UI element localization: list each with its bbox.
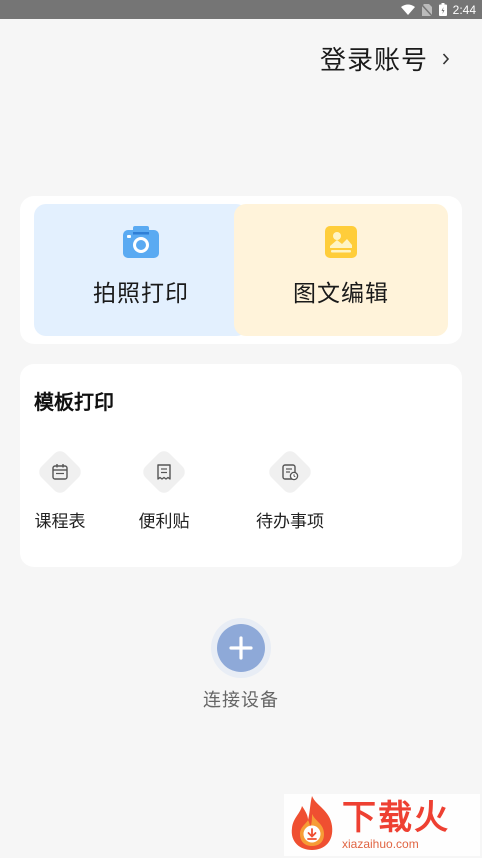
battery-icon — [438, 3, 447, 16]
connect-device-icon-ring — [211, 618, 271, 678]
photo-print-button[interactable]: 拍照打印 — [34, 204, 248, 336]
wifi-icon — [400, 4, 415, 15]
image-text-edit-button[interactable]: 图文编辑 — [234, 204, 448, 336]
connect-device-label: 连接设备 — [203, 690, 279, 711]
watermark: 下载火 xiazaihuo.com — [284, 794, 480, 856]
image-text-edit-label: 图文编辑 — [293, 281, 389, 307]
todo-list-icon — [266, 448, 314, 496]
template-sticky-note[interactable]: 便利贴 — [136, 448, 192, 532]
watermark-url: xiazaihuo.com — [342, 837, 419, 851]
flame-logo-icon — [286, 794, 338, 856]
template-print-card: 模板打印 课程表 便利贴 待办事项 — [20, 364, 462, 567]
calendar-icon — [36, 448, 84, 496]
camera-icon — [122, 222, 160, 262]
no-sim-icon — [421, 3, 432, 16]
plus-icon — [217, 624, 265, 672]
template-todo[interactable]: 待办事项 — [254, 448, 326, 532]
template-todo-label: 待办事项 — [256, 512, 324, 532]
watermark-title: 下载火 — [342, 798, 450, 838]
template-schedule-label: 课程表 — [34, 512, 86, 532]
login-label: 登录账号 — [319, 46, 428, 76]
connect-device-button[interactable]: 连接设备 — [190, 618, 292, 712]
login-account-link[interactable]: 登录账号 — [320, 40, 450, 77]
chevron-right-icon — [442, 52, 450, 66]
status-time: 2:44 — [452, 2, 476, 17]
image-edit-icon — [324, 222, 358, 262]
receipt-icon — [140, 448, 188, 496]
template-print-title: 模板打印 — [34, 390, 114, 414]
photo-print-label: 拍照打印 — [93, 281, 189, 307]
status-bar: 2:44 — [0, 0, 482, 19]
quick-actions-card: 拍照打印 图文编辑 — [20, 196, 462, 344]
template-schedule[interactable]: 课程表 — [32, 448, 88, 532]
template-sticky-note-label: 便利贴 — [138, 512, 190, 532]
